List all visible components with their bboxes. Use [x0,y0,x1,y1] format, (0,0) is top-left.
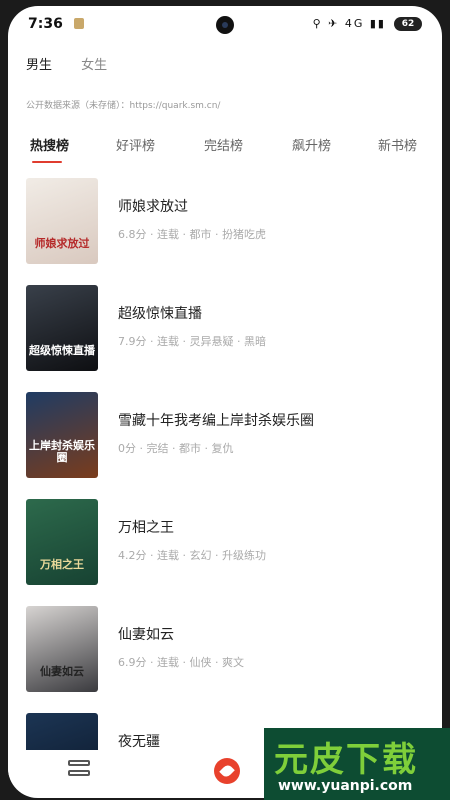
battery-icon: 62 [394,17,422,31]
cover-title: 万相之王 [40,558,84,571]
tab-male[interactable]: 男生 [26,54,52,73]
active-tab-indicator [32,161,62,163]
tab-female[interactable]: 女生 [81,54,107,73]
discover-icon[interactable] [214,758,240,784]
tab-completed[interactable]: 完结榜 [204,135,243,154]
tab-rising[interactable]: 飙升榜 [292,135,331,154]
book-title: 超级惊悚直播 [118,306,202,322]
book-title: 师娘求放过 [118,199,188,215]
status-bar: 7:36 ⚲ ✈ 4G ▮▮ 62 [8,6,442,40]
cover-title: 超级惊悚直播 [29,344,95,357]
book-meta: 6.8分 · 连载 · 都市 · 扮猪吃虎 [118,228,266,241]
book-item[interactable]: 超级惊悚直播 超级惊悚直播 7.9分 · 连载 · 灵异悬疑 · 黑暗 [26,285,426,375]
book-cover: 师娘求放过 [26,178,98,264]
signal-icons: ⚲ ✈ 4G ▮▮ [312,17,386,30]
watermark-url: www.yuanpi.com [278,778,413,794]
cover-title: 上岸封杀娱乐圈 [29,439,95,464]
book-item[interactable]: 仙妻如云 仙妻如云 6.9分 · 连载 · 仙侠 · 爽文 [26,606,426,696]
book-title: 仙妻如云 [118,627,174,643]
tab-top-rated[interactable]: 好评榜 [116,135,155,154]
book-cover: 仙妻如云 [26,606,98,692]
cover-title: 师娘求放过 [34,237,90,250]
notification-app-icon [74,18,84,29]
book-item[interactable]: 万相之王 万相之王 4.2分 · 连载 · 玄幻 · 升级练功 [26,499,426,589]
rank-tabs: 热搜榜 好评榜 完结榜 飙升榜 新书榜 [30,135,442,165]
book-cover: 上岸封杀娱乐圈 [26,392,98,478]
status-time: 7:36 [28,16,63,32]
gender-tabs: 男生 女生 [26,54,131,73]
book-meta: 6.9分 · 连载 · 仙侠 · 爽文 [118,656,244,669]
book-title: 万相之王 [118,520,174,536]
book-meta: 4.2分 · 连载 · 玄幻 · 升级练功 [118,549,266,562]
book-meta: 0分 · 完结 · 都市 · 复仇 [118,442,234,455]
front-camera [216,16,234,34]
watermark-logo-text: 元皮下载 [274,740,418,780]
book-title: 夜无疆 [118,734,160,750]
book-item[interactable]: 师娘求放过 师娘求放过 6.8分 · 连载 · 都市 · 扮猪吃虎 [26,178,426,268]
book-title: 雪藏十年我考编上岸封杀娱乐圈 [118,413,314,429]
phone-screen: 7:36 ⚲ ✈ 4G ▮▮ 62 男生 女生 公开数据来源（未存储）：http… [8,6,442,798]
bookshelf-icon[interactable] [68,760,90,778]
tab-hot-search[interactable]: 热搜榜 [30,135,69,154]
book-cover: 万相之王 [26,499,98,585]
cover-title: 仙妻如云 [40,665,84,678]
tab-new-books[interactable]: 新书榜 [378,135,417,154]
book-cover: 超级惊悚直播 [26,285,98,371]
site-watermark: 元皮下载 www.yuanpi.com [264,728,450,800]
book-meta: 7.9分 · 连载 · 灵异悬疑 · 黑暗 [118,335,266,348]
data-source-note: 公开数据来源（未存储）：https://quark.sm.cn/ [26,101,221,111]
book-item[interactable]: 上岸封杀娱乐圈 雪藏十年我考编上岸封杀娱乐圈 0分 · 完结 · 都市 · 复仇 [26,392,426,482]
